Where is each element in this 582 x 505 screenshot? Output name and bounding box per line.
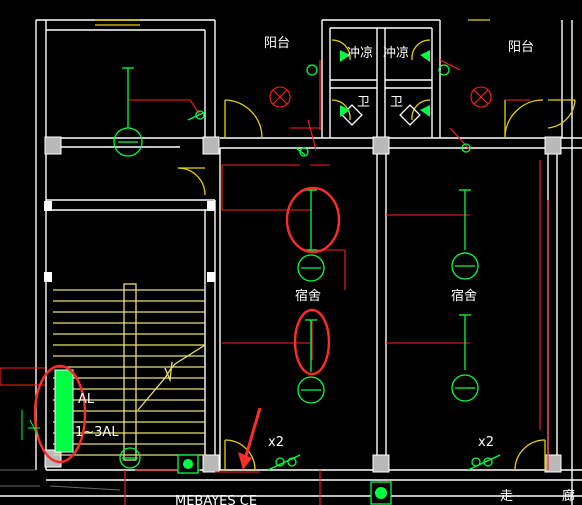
label-panel-b: 1~3AL (75, 425, 119, 440)
label-switch-right: x2 (478, 435, 494, 450)
electrical-floor-plan: 阳台 阳台 冲凉 冲凉 卫 卫 宿舍 宿舍 AL 1~3AL x2 x2 MEB… (0, 19, 582, 505)
ceiling-fans (269, 86, 492, 108)
small-white-posts (44, 201, 215, 282)
bath-fixtures (341, 104, 421, 126)
annotation-arrow (238, 407, 262, 470)
label-toilet-left: 卫 (357, 95, 370, 110)
floor-plan-canvas: 阳台 阳台 冲凉 冲凉 卫 卫 宿舍 宿舍 AL 1~3AL x2 x2 MEB… (0, 0, 582, 505)
label-bottom-code: MEBAYES CE (175, 494, 257, 505)
label-panel-a: AL (78, 392, 95, 407)
label-shower-right: 冲凉 (383, 46, 409, 61)
label-balcony-left: 阳台 (264, 36, 290, 51)
label-corridor-a: 走 (500, 489, 513, 504)
label-balcony-right: 阳台 (508, 40, 534, 55)
label-shower-left: 冲凉 (347, 46, 373, 61)
label-switch-left: x2 (268, 435, 284, 450)
label-corridor-b: 廊 (562, 488, 575, 504)
label-toilet-right: 卫 (390, 95, 403, 110)
highlight-annotations (33, 186, 341, 464)
label-dorm-right: 宿舍 (451, 288, 477, 304)
label-dorm-left: 宿舍 (295, 288, 321, 304)
fixtures (113, 64, 501, 471)
misc-marks (21, 410, 40, 440)
